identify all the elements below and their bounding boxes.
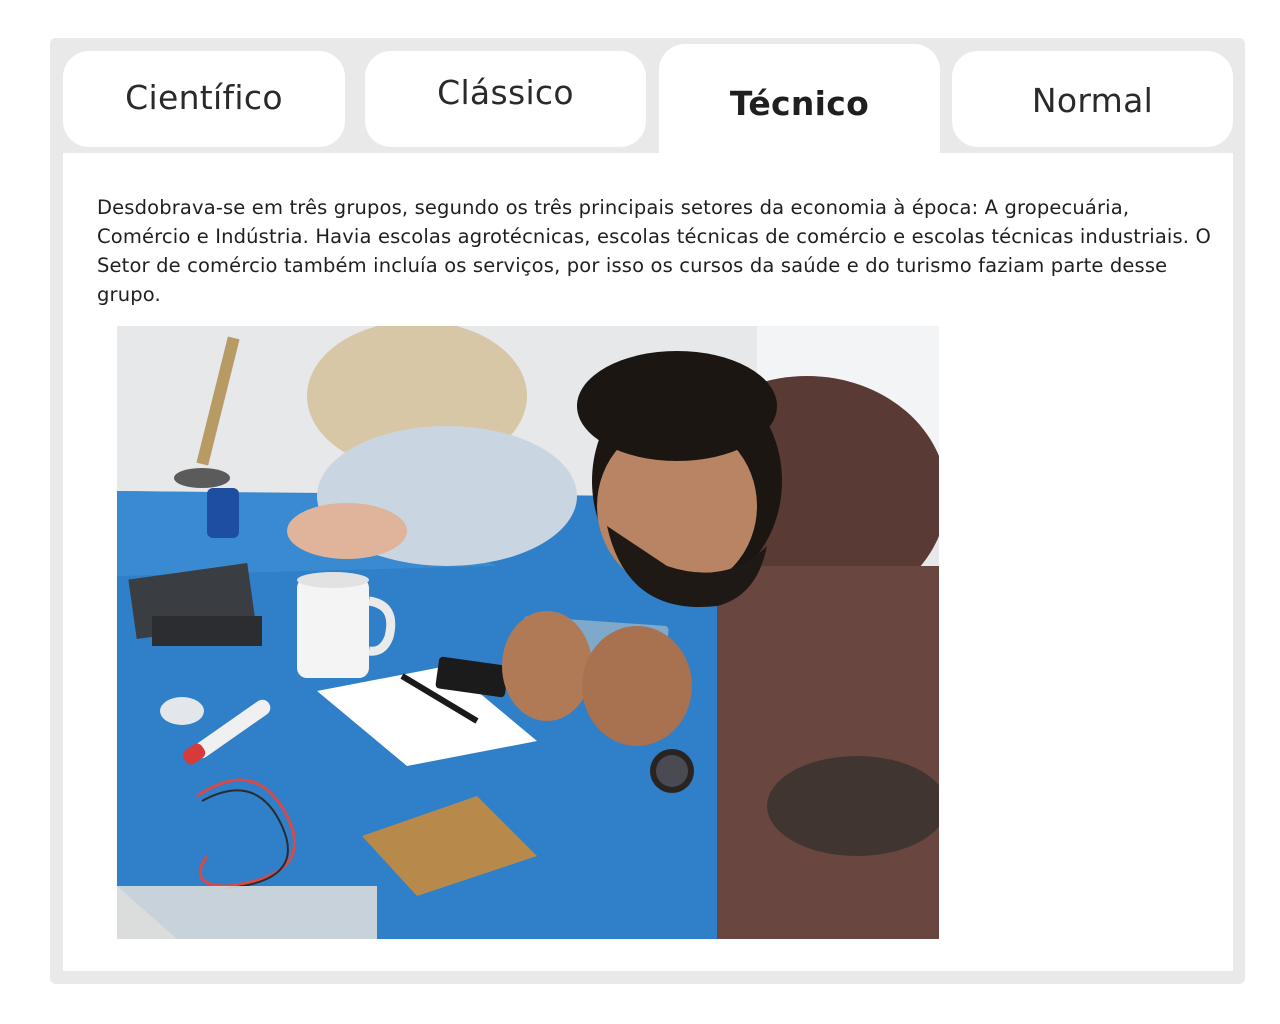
tab-tecnico-label: Técnico [729, 83, 870, 123]
tab-normal[interactable]: Normal [952, 51, 1233, 147]
tab-normal-label: Normal [1031, 80, 1154, 120]
tab-classico-label: Clássico [437, 72, 574, 112]
tab-tecnico[interactable]: Técnico [659, 44, 940, 156]
content-paragraph: Desdobrava-se em três grupos, segundo os… [97, 196, 1211, 306]
tab-cientifico[interactable]: Científico [63, 51, 345, 147]
content-photo [117, 326, 939, 939]
tab-classico[interactable]: Clássico [365, 51, 646, 147]
tab-cientifico-label: Científico [125, 77, 283, 117]
